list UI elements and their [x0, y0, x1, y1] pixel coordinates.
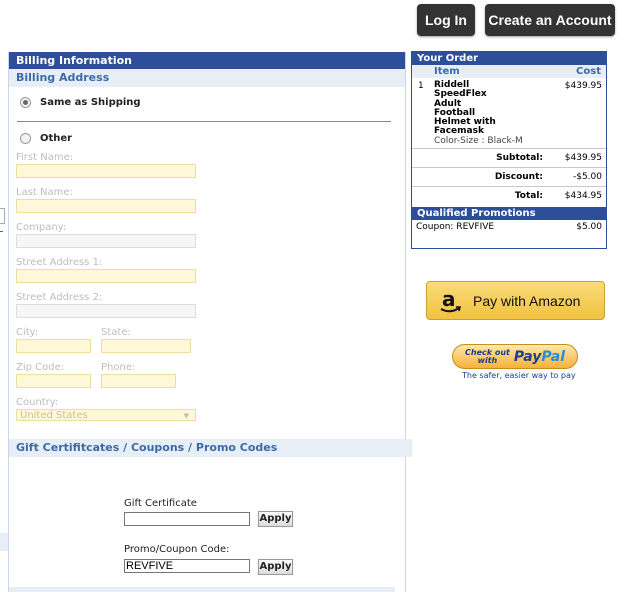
city-field[interactable]: [16, 339, 91, 353]
address-divider: [17, 121, 391, 122]
total-row: Total: $434.95: [412, 186, 606, 205]
zip-code-label: Zip Code:: [16, 362, 65, 373]
other-address-option[interactable]: Other: [20, 133, 72, 144]
section-bottom-band: [9, 587, 395, 592]
street-address-1-label: Street Address 1:: [16, 257, 103, 268]
left-column-cutoff-control: [0, 208, 5, 224]
billing-information-title: Billing Information: [9, 52, 405, 69]
country-label: Country:: [16, 397, 59, 408]
country-select[interactable]: United States ▼: [16, 409, 196, 421]
zip-code-field[interactable]: [16, 374, 91, 388]
street-address-2-field[interactable]: [16, 304, 196, 318]
phone-label: Phone:: [101, 362, 136, 373]
billing-panel: Billing Information Billing Address Same…: [9, 52, 412, 592]
order-item-variant: Color-Size : Black-M: [434, 135, 523, 146]
first-name-field[interactable]: [16, 164, 196, 178]
left-column-band: [0, 533, 8, 551]
other-address-radio[interactable]: [20, 133, 31, 144]
paypal-logo: PayPal: [514, 349, 565, 365]
pay-with-amazon-label: Pay with Amazon: [473, 292, 581, 309]
state-label: State:: [101, 327, 131, 338]
street-address-2-label: Street Address 2:: [16, 292, 103, 303]
phone-field[interactable]: [101, 374, 176, 388]
item-column-header: Item: [434, 66, 460, 77]
apply-gift-certificate-button[interactable]: Apply: [258, 511, 293, 527]
promo-code-input[interactable]: REVFIVE: [124, 559, 250, 573]
billing-address-title: Billing Address: [9, 69, 405, 87]
create-account-button[interactable]: Create an Account: [485, 4, 615, 36]
left-column-edge: [0, 52, 9, 592]
last-name-field[interactable]: [16, 199, 196, 213]
promo-code-label: Promo/Coupon Code:: [124, 544, 230, 555]
order-item-quantity: 1: [418, 81, 424, 91]
street-address-1-field[interactable]: [16, 269, 196, 283]
total-label: Total:: [514, 191, 543, 201]
order-column-headers: Item Cost: [412, 65, 606, 78]
order-item-name: Riddell SpeedFlex Adult Football Helmet …: [434, 80, 524, 146]
paypal-checkout-text: Check out with: [465, 349, 510, 365]
pay-with-amazon-button[interactable]: a Pay with Amazon: [426, 281, 605, 320]
gift-certificate-input[interactable]: [124, 512, 250, 526]
amazon-logo-icon: a: [427, 282, 473, 319]
total-value: $434.95: [564, 191, 602, 201]
discount-row: Discount: -$5.00: [412, 167, 606, 186]
other-address-label: Other: [40, 133, 73, 144]
promotion-label: Coupon: REVFIVE: [416, 222, 495, 232]
left-column-cutoff-mark: [0, 231, 3, 232]
cost-column-header: Cost: [576, 66, 601, 77]
apply-promo-code-button[interactable]: Apply: [258, 559, 293, 575]
paypal-checkout-line2: with: [477, 355, 498, 365]
qualified-promotions-title: Qualified Promotions: [412, 207, 606, 220]
paypal-logo-pay: Pay: [513, 348, 542, 365]
company-field[interactable]: [16, 234, 196, 248]
your-order-title: Your Order: [412, 52, 606, 65]
same-as-shipping-label: Same as Shipping: [40, 97, 141, 108]
discount-label: Discount:: [494, 172, 543, 182]
country-select-value: United States: [20, 410, 88, 421]
order-item-row: 1 Riddell SpeedFlex Adult Football Helme…: [412, 78, 606, 148]
order-summary-panel: Your Order Item Cost 1 Riddell SpeedFlex…: [411, 51, 607, 249]
paypal-checkout-button[interactable]: Check out with PayPal: [452, 344, 578, 369]
first-name-label: First Name:: [16, 152, 74, 163]
last-name-label: Last Name:: [16, 187, 73, 198]
chevron-down-icon: ▼: [183, 412, 189, 420]
discount-value: -$5.00: [572, 172, 602, 182]
subtotal-value: $439.95: [564, 153, 602, 163]
gift-certificates-title: Gift Certifitcates / Coupons / Promo Cod…: [9, 439, 412, 457]
city-label: City:: [16, 327, 39, 338]
promotion-value: $5.00: [576, 222, 602, 232]
gift-certificate-label: Gift Certificate: [124, 498, 197, 509]
paypal-logo-pal: Pal: [541, 348, 565, 365]
subtotal-row: Subtotal: $439.95: [412, 148, 606, 167]
paypal-tagline: The safer, easier way to pay: [462, 371, 576, 380]
subtotal-label: Subtotal:: [496, 153, 543, 163]
order-item-price: $439.95: [564, 81, 602, 91]
state-field[interactable]: [101, 339, 191, 353]
same-as-shipping-radio[interactable]: [20, 97, 31, 108]
promotion-row: Coupon: REVFIVE $5.00: [412, 220, 606, 234]
company-label: Company:: [16, 222, 67, 233]
same-as-shipping-option[interactable]: Same as Shipping: [20, 97, 141, 108]
login-button[interactable]: Log In: [417, 4, 475, 36]
svg-text:a: a: [442, 287, 456, 311]
